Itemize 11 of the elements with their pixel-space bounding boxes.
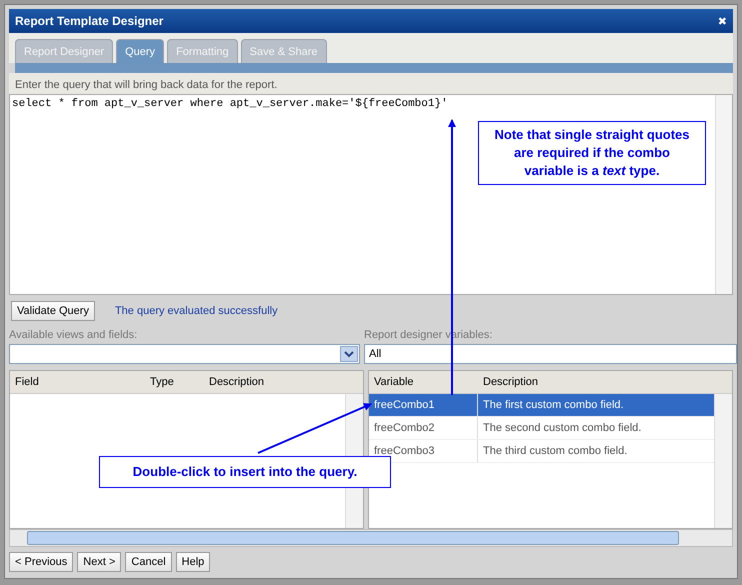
table-cell: freeCombo1 — [369, 394, 478, 416]
table-cell-text: The second custom combo field. — [482, 422, 642, 434]
fields-label: Available views and fields: — [9, 329, 138, 341]
window-title: Report Template Designer — [15, 14, 164, 28]
callout-tooltip: Double-click to insert into the query. — [99, 456, 391, 488]
instruction-text: Enter the query that will bring back data for the report. — [9, 73, 733, 94]
status-message: The query evaluated successfully — [114, 305, 278, 317]
table-cell: freeCombo2 — [369, 417, 478, 439]
table-cell-text: The first custom combo field. — [482, 399, 624, 411]
callout-tooltip: Note that single straight quotes are required if the combo variable is a text type. — [478, 121, 706, 185]
table-cell-text: The third custom combo field. — [482, 445, 628, 457]
